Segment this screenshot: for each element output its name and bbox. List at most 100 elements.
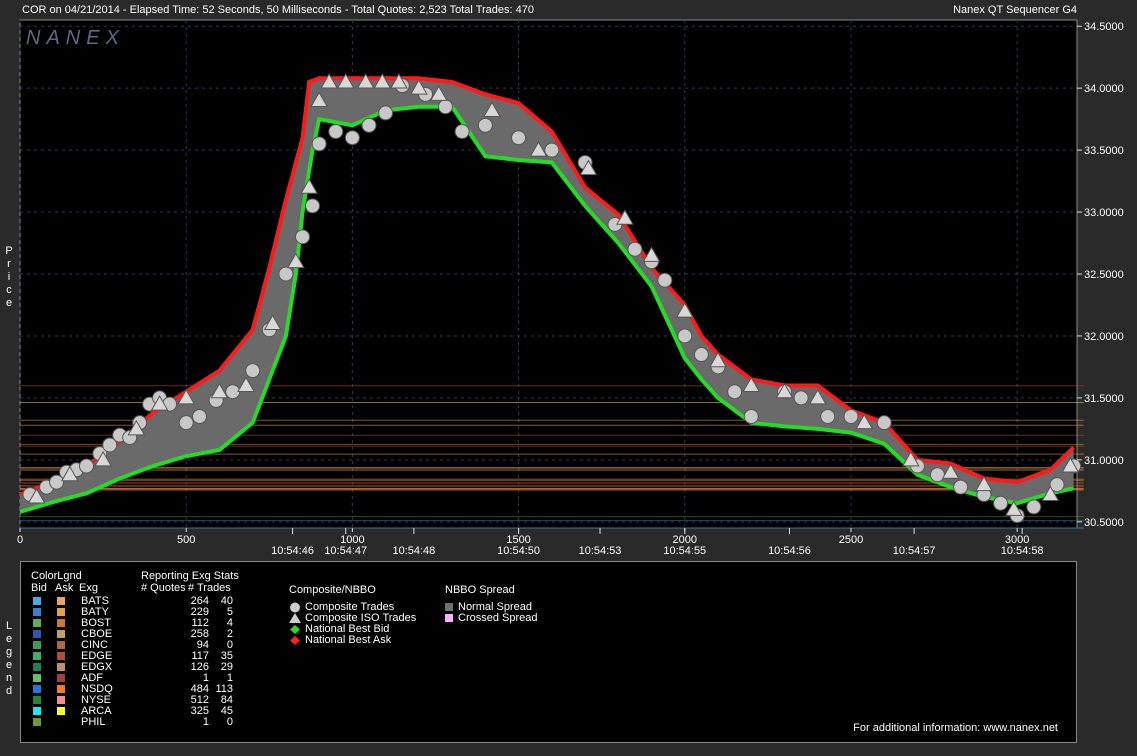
- spread-color-swatch: [445, 603, 453, 611]
- nanex-watermark: NANEX: [26, 27, 125, 49]
- legend-ask-header: Ask: [55, 582, 74, 594]
- time-label: 10:54:55: [663, 545, 706, 557]
- composite-trade-marker: [929, 467, 945, 483]
- time-label: 10:54:47: [324, 545, 367, 557]
- ask-color-swatch: [57, 597, 65, 605]
- ask-color-swatch: [57, 630, 65, 638]
- bid-color-swatch: [33, 630, 41, 638]
- composite-trade-marker: [328, 124, 344, 140]
- composite-trade-marker: [78, 458, 94, 474]
- circle-icon: [290, 602, 300, 613]
- composite-trade-marker: [993, 495, 1009, 511]
- y-tick-label: 32.5000: [1084, 269, 1124, 281]
- composite-trade-marker: [727, 384, 743, 400]
- composite-trade-marker: [191, 408, 207, 424]
- bid-color-swatch: [33, 718, 41, 726]
- composite-trade-marker: [278, 266, 294, 282]
- time-label: 10:54:58: [1001, 545, 1044, 557]
- legend-stats-header: Reporting Exg Stats: [141, 570, 239, 582]
- composite-trade-marker: [657, 272, 673, 288]
- bid-color-swatch: [33, 674, 41, 682]
- ask-color-swatch: [57, 608, 65, 616]
- y-tick-label: 30.5000: [1084, 517, 1124, 529]
- legend-quotes-header: # Quotes: [141, 582, 186, 594]
- exchange-trades: 0: [226, 716, 233, 728]
- ask-color-swatch: [57, 663, 65, 671]
- composite-trade-marker: [693, 347, 709, 363]
- legend-label: Legend: [3, 620, 15, 698]
- y-tick-label: 33.5000: [1084, 145, 1124, 157]
- ask-color-swatch: [57, 696, 65, 704]
- composite-trade-marker: [876, 415, 892, 431]
- ask-color-swatch: [57, 619, 65, 627]
- spread-color-swatch: [445, 614, 453, 622]
- legend-bid-header: Bid: [31, 582, 47, 594]
- legend-colorlgnd-header: ColorLgnd: [31, 570, 82, 582]
- bid-color-swatch: [33, 597, 41, 605]
- legend-exg-header: Exg: [79, 582, 98, 594]
- bid-color-swatch: [33, 663, 41, 671]
- composite-trade-marker: [305, 198, 321, 214]
- composite-trade-marker: [477, 117, 493, 133]
- ask-color-swatch: [57, 641, 65, 649]
- ask-color-swatch: [57, 652, 65, 660]
- legend-panel: ColorLgnd Bid Ask Exg Reporting Exg Stat…: [20, 561, 1077, 743]
- composite-trade-marker: [344, 130, 360, 146]
- x-tick-label: 2500: [839, 534, 863, 546]
- composite-trade-marker: [295, 229, 311, 245]
- exchange-name: PHIL: [81, 716, 106, 728]
- y-tick-label: 33.0000: [1084, 207, 1124, 219]
- bid-color-swatch: [33, 685, 41, 693]
- y-tick-label: 34.5000: [1084, 21, 1124, 33]
- composite-trade-marker: [743, 408, 759, 424]
- composite-trade-marker: [793, 390, 809, 406]
- legend-spread-item: Crossed Spread: [445, 613, 538, 624]
- price-chart: NANEX 34.5000 34.0000 33.5000 33.0000 32.500…: [17, 19, 1124, 557]
- time-label: 10:54:53: [579, 545, 622, 557]
- composite-trade-marker: [544, 142, 560, 158]
- composite-trade-marker: [437, 99, 453, 115]
- bid-color-swatch: [33, 707, 41, 715]
- time-label: 10:54:48: [392, 545, 435, 557]
- ask-color-swatch: [57, 685, 65, 693]
- y-tick-label: 32.0000: [1084, 331, 1124, 343]
- y-tick-label: 31.0000: [1084, 455, 1124, 467]
- composite-trade-marker: [1026, 499, 1042, 515]
- bid-color-swatch: [33, 619, 41, 627]
- composite-trade-marker: [361, 117, 377, 133]
- legend-footer: For additional information: www.nanex.ne…: [853, 722, 1058, 734]
- composite-item-label: National Best Ask: [305, 634, 392, 646]
- legend-trades-header: # Trades: [188, 582, 231, 594]
- diamond-icon: [290, 636, 300, 645]
- bid-color-swatch: [33, 608, 41, 616]
- bid-color-swatch: [33, 696, 41, 704]
- composite-trade-marker: [511, 130, 527, 146]
- x-tick-label: 0: [17, 534, 23, 546]
- bid-color-swatch: [33, 641, 41, 649]
- composite-trade-marker: [245, 363, 261, 379]
- legend-side-label: Legend: [3, 620, 15, 701]
- composite-trade-marker: [820, 408, 836, 424]
- ask-color-swatch: [57, 674, 65, 682]
- legend-composite-item: National Best Ask: [289, 635, 391, 646]
- composite-trade-marker: [953, 479, 969, 495]
- bid-color-swatch: [33, 652, 41, 660]
- y-tick-label: 31.5000: [1084, 393, 1124, 405]
- legend-composite-header: Composite/NBBO: [289, 584, 376, 596]
- spread-item-label: Crossed Spread: [458, 612, 538, 624]
- composite-trade-marker: [843, 408, 859, 424]
- time-label: 10:54:46: [271, 545, 314, 557]
- diamond-icon: [290, 625, 300, 634]
- composite-trade-marker: [627, 241, 643, 257]
- ask-color-swatch: [57, 707, 65, 715]
- composite-trade-marker: [454, 124, 470, 140]
- x-tick-label: 500: [177, 534, 195, 546]
- composite-trade-marker: [378, 105, 394, 121]
- triangle-icon: [289, 613, 301, 623]
- y-tick-label: 34.0000: [1084, 83, 1124, 95]
- composite-trade-marker: [311, 136, 327, 152]
- time-label: 10:54:56: [768, 545, 811, 557]
- composite-trade-marker: [677, 328, 693, 344]
- legend-spread-header: NBBO Spread: [445, 584, 515, 596]
- composite-trade-marker: [178, 415, 194, 431]
